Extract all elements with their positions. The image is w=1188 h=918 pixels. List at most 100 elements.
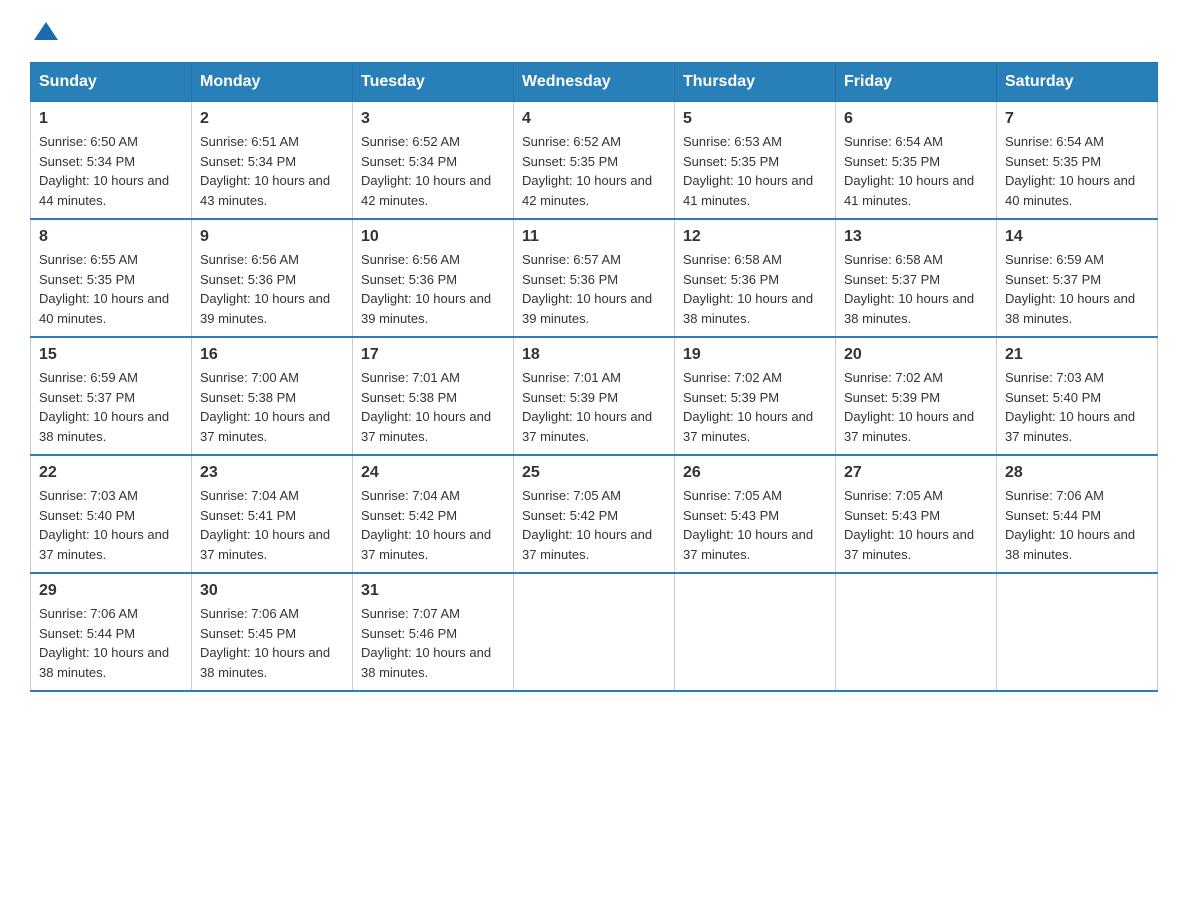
day-number: 27 — [844, 464, 988, 482]
calendar-cell: 28 Sunrise: 7:06 AMSunset: 5:44 PMDaylig… — [997, 455, 1158, 573]
day-info: Sunrise: 6:50 AMSunset: 5:34 PMDaylight:… — [39, 134, 169, 208]
day-info: Sunrise: 7:03 AMSunset: 5:40 PMDaylight:… — [1005, 370, 1135, 444]
day-number: 10 — [361, 228, 505, 246]
calendar-table: SundayMondayTuesdayWednesdayThursdayFrid… — [30, 62, 1158, 692]
day-number: 1 — [39, 110, 183, 128]
weekday-header-tuesday: Tuesday — [353, 63, 514, 102]
calendar-cell: 10 Sunrise: 6:56 AMSunset: 5:36 PMDaylig… — [353, 219, 514, 337]
day-number: 20 — [844, 346, 988, 364]
day-number: 9 — [200, 228, 344, 246]
day-info: Sunrise: 6:54 AMSunset: 5:35 PMDaylight:… — [844, 134, 974, 208]
day-number: 24 — [361, 464, 505, 482]
day-number: 31 — [361, 582, 505, 600]
day-info: Sunrise: 7:06 AMSunset: 5:45 PMDaylight:… — [200, 606, 330, 680]
day-info: Sunrise: 7:04 AMSunset: 5:42 PMDaylight:… — [361, 488, 491, 562]
day-number: 13 — [844, 228, 988, 246]
day-number: 19 — [683, 346, 827, 364]
calendar-cell: 18 Sunrise: 7:01 AMSunset: 5:39 PMDaylig… — [514, 337, 675, 455]
weekday-header-thursday: Thursday — [675, 63, 836, 102]
calendar-cell: 7 Sunrise: 6:54 AMSunset: 5:35 PMDayligh… — [997, 102, 1158, 220]
day-info: Sunrise: 7:05 AMSunset: 5:43 PMDaylight:… — [683, 488, 813, 562]
day-number: 21 — [1005, 346, 1149, 364]
calendar-week-row: 1 Sunrise: 6:50 AMSunset: 5:34 PMDayligh… — [31, 102, 1158, 220]
day-info: Sunrise: 6:58 AMSunset: 5:37 PMDaylight:… — [844, 252, 974, 326]
day-info: Sunrise: 7:00 AMSunset: 5:38 PMDaylight:… — [200, 370, 330, 444]
day-number: 11 — [522, 228, 666, 246]
calendar-week-row: 15 Sunrise: 6:59 AMSunset: 5:37 PMDaylig… — [31, 337, 1158, 455]
calendar-cell: 19 Sunrise: 7:02 AMSunset: 5:39 PMDaylig… — [675, 337, 836, 455]
day-number: 30 — [200, 582, 344, 600]
calendar-cell: 24 Sunrise: 7:04 AMSunset: 5:42 PMDaylig… — [353, 455, 514, 573]
day-number: 3 — [361, 110, 505, 128]
calendar-cell: 12 Sunrise: 6:58 AMSunset: 5:36 PMDaylig… — [675, 219, 836, 337]
calendar-cell: 31 Sunrise: 7:07 AMSunset: 5:46 PMDaylig… — [353, 573, 514, 691]
calendar-cell: 6 Sunrise: 6:54 AMSunset: 5:35 PMDayligh… — [836, 102, 997, 220]
calendar-cell: 9 Sunrise: 6:56 AMSunset: 5:36 PMDayligh… — [192, 219, 353, 337]
day-number: 29 — [39, 582, 183, 600]
calendar-week-row: 8 Sunrise: 6:55 AMSunset: 5:35 PMDayligh… — [31, 219, 1158, 337]
calendar-cell: 4 Sunrise: 6:52 AMSunset: 5:35 PMDayligh… — [514, 102, 675, 220]
day-number: 26 — [683, 464, 827, 482]
day-info: Sunrise: 6:54 AMSunset: 5:35 PMDaylight:… — [1005, 134, 1135, 208]
logo — [30, 20, 62, 42]
day-info: Sunrise: 6:57 AMSunset: 5:36 PMDaylight:… — [522, 252, 652, 326]
day-info: Sunrise: 7:06 AMSunset: 5:44 PMDaylight:… — [1005, 488, 1135, 562]
day-info: Sunrise: 7:07 AMSunset: 5:46 PMDaylight:… — [361, 606, 491, 680]
calendar-cell: 20 Sunrise: 7:02 AMSunset: 5:39 PMDaylig… — [836, 337, 997, 455]
calendar-cell: 23 Sunrise: 7:04 AMSunset: 5:41 PMDaylig… — [192, 455, 353, 573]
calendar-cell: 5 Sunrise: 6:53 AMSunset: 5:35 PMDayligh… — [675, 102, 836, 220]
page-header — [30, 20, 1158, 42]
calendar-week-row: 29 Sunrise: 7:06 AMSunset: 5:44 PMDaylig… — [31, 573, 1158, 691]
calendar-cell: 14 Sunrise: 6:59 AMSunset: 5:37 PMDaylig… — [997, 219, 1158, 337]
weekday-header-friday: Friday — [836, 63, 997, 102]
calendar-cell: 30 Sunrise: 7:06 AMSunset: 5:45 PMDaylig… — [192, 573, 353, 691]
day-info: Sunrise: 7:05 AMSunset: 5:42 PMDaylight:… — [522, 488, 652, 562]
day-info: Sunrise: 6:59 AMSunset: 5:37 PMDaylight:… — [1005, 252, 1135, 326]
calendar-cell: 17 Sunrise: 7:01 AMSunset: 5:38 PMDaylig… — [353, 337, 514, 455]
day-info: Sunrise: 7:06 AMSunset: 5:44 PMDaylight:… — [39, 606, 169, 680]
calendar-cell: 13 Sunrise: 6:58 AMSunset: 5:37 PMDaylig… — [836, 219, 997, 337]
day-info: Sunrise: 6:51 AMSunset: 5:34 PMDaylight:… — [200, 134, 330, 208]
day-info: Sunrise: 7:02 AMSunset: 5:39 PMDaylight:… — [683, 370, 813, 444]
calendar-cell: 25 Sunrise: 7:05 AMSunset: 5:42 PMDaylig… — [514, 455, 675, 573]
weekday-header-sunday: Sunday — [31, 63, 192, 102]
calendar-cell: 27 Sunrise: 7:05 AMSunset: 5:43 PMDaylig… — [836, 455, 997, 573]
day-number: 4 — [522, 110, 666, 128]
weekday-header-monday: Monday — [192, 63, 353, 102]
day-info: Sunrise: 7:01 AMSunset: 5:39 PMDaylight:… — [522, 370, 652, 444]
day-info: Sunrise: 7:03 AMSunset: 5:40 PMDaylight:… — [39, 488, 169, 562]
day-number: 12 — [683, 228, 827, 246]
day-number: 14 — [1005, 228, 1149, 246]
calendar-cell: 29 Sunrise: 7:06 AMSunset: 5:44 PMDaylig… — [31, 573, 192, 691]
calendar-cell: 8 Sunrise: 6:55 AMSunset: 5:35 PMDayligh… — [31, 219, 192, 337]
calendar-cell: 26 Sunrise: 7:05 AMSunset: 5:43 PMDaylig… — [675, 455, 836, 573]
calendar-cell — [997, 573, 1158, 691]
calendar-cell: 3 Sunrise: 6:52 AMSunset: 5:34 PMDayligh… — [353, 102, 514, 220]
day-info: Sunrise: 6:52 AMSunset: 5:34 PMDaylight:… — [361, 134, 491, 208]
calendar-cell: 22 Sunrise: 7:03 AMSunset: 5:40 PMDaylig… — [31, 455, 192, 573]
calendar-header-row: SundayMondayTuesdayWednesdayThursdayFrid… — [31, 63, 1158, 102]
calendar-cell: 2 Sunrise: 6:51 AMSunset: 5:34 PMDayligh… — [192, 102, 353, 220]
day-number: 22 — [39, 464, 183, 482]
day-number: 15 — [39, 346, 183, 364]
day-info: Sunrise: 6:58 AMSunset: 5:36 PMDaylight:… — [683, 252, 813, 326]
calendar-cell: 11 Sunrise: 6:57 AMSunset: 5:36 PMDaylig… — [514, 219, 675, 337]
day-number: 6 — [844, 110, 988, 128]
day-number: 17 — [361, 346, 505, 364]
day-number: 8 — [39, 228, 183, 246]
day-number: 5 — [683, 110, 827, 128]
day-number: 23 — [200, 464, 344, 482]
calendar-week-row: 22 Sunrise: 7:03 AMSunset: 5:40 PMDaylig… — [31, 455, 1158, 573]
calendar-cell: 15 Sunrise: 6:59 AMSunset: 5:37 PMDaylig… — [31, 337, 192, 455]
day-number: 28 — [1005, 464, 1149, 482]
calendar-cell: 1 Sunrise: 6:50 AMSunset: 5:34 PMDayligh… — [31, 102, 192, 220]
calendar-cell — [675, 573, 836, 691]
calendar-cell — [836, 573, 997, 691]
day-info: Sunrise: 6:52 AMSunset: 5:35 PMDaylight:… — [522, 134, 652, 208]
day-number: 18 — [522, 346, 666, 364]
day-info: Sunrise: 7:05 AMSunset: 5:43 PMDaylight:… — [844, 488, 974, 562]
day-info: Sunrise: 6:56 AMSunset: 5:36 PMDaylight:… — [361, 252, 491, 326]
day-info: Sunrise: 7:01 AMSunset: 5:38 PMDaylight:… — [361, 370, 491, 444]
day-info: Sunrise: 7:04 AMSunset: 5:41 PMDaylight:… — [200, 488, 330, 562]
logo-triangle-icon — [32, 20, 60, 42]
